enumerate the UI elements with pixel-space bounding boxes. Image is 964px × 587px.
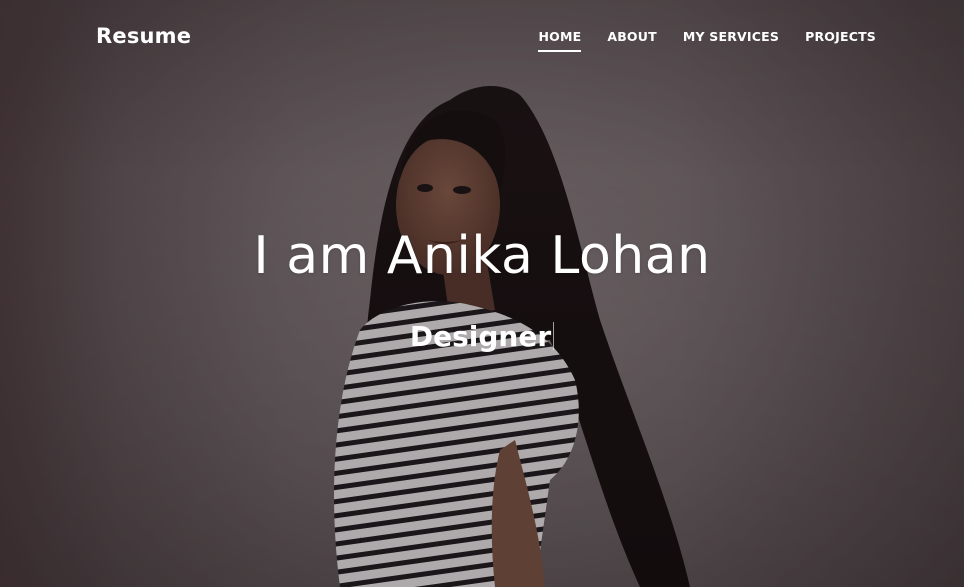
- nav-about[interactable]: ABOUT: [607, 29, 657, 51]
- hero-subtitle-text: Designer: [409, 320, 552, 353]
- nav-my-services[interactable]: MY SERVICES: [683, 29, 779, 51]
- dark-overlay: [0, 0, 964, 587]
- hero-subtitle: Designer: [0, 320, 964, 353]
- nav-home[interactable]: HOME: [538, 29, 582, 52]
- nav-menu: HOME ABOUT MY SERVICES PROJECTS: [538, 29, 876, 52]
- nav-projects[interactable]: PROJECTS: [805, 29, 876, 51]
- typing-cursor: [553, 322, 555, 350]
- hero-section: Resume HOME ABOUT MY SERVICES PROJECTS I…: [0, 0, 964, 587]
- hero-title: I am Anika Lohan: [253, 226, 711, 286]
- top-navbar: Resume HOME ABOUT MY SERVICES PROJECTS: [0, 0, 964, 76]
- brand-logo[interactable]: Resume: [96, 24, 191, 48]
